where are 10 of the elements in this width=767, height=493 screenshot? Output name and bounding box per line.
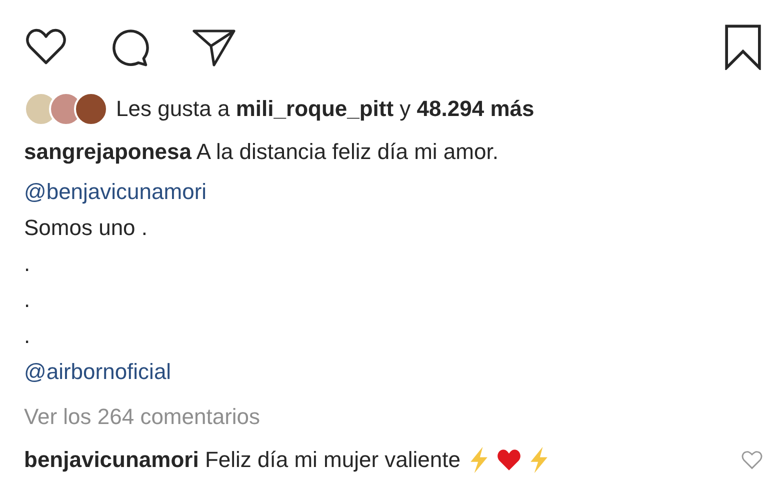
caption-line: Somos uno .	[24, 214, 149, 242]
caption-line: .	[24, 322, 32, 350]
caption-line: .	[24, 250, 32, 278]
mention-link[interactable]: @benjavicunamori	[24, 174, 767, 210]
mention-link[interactable]: @airbornoficial	[24, 354, 767, 390]
caption-text: sangrejaponesa A la distancia feliz día mi amor.	[24, 138, 500, 166]
likes-text: Les gusta a mili_roque_pitt y 48.294 más	[116, 96, 534, 122]
caption-line: .	[24, 286, 32, 314]
comment-text: benjavicunamori Feliz día mi mujer valiente	[24, 447, 460, 473]
bookmark-icon[interactable]	[723, 24, 763, 70]
